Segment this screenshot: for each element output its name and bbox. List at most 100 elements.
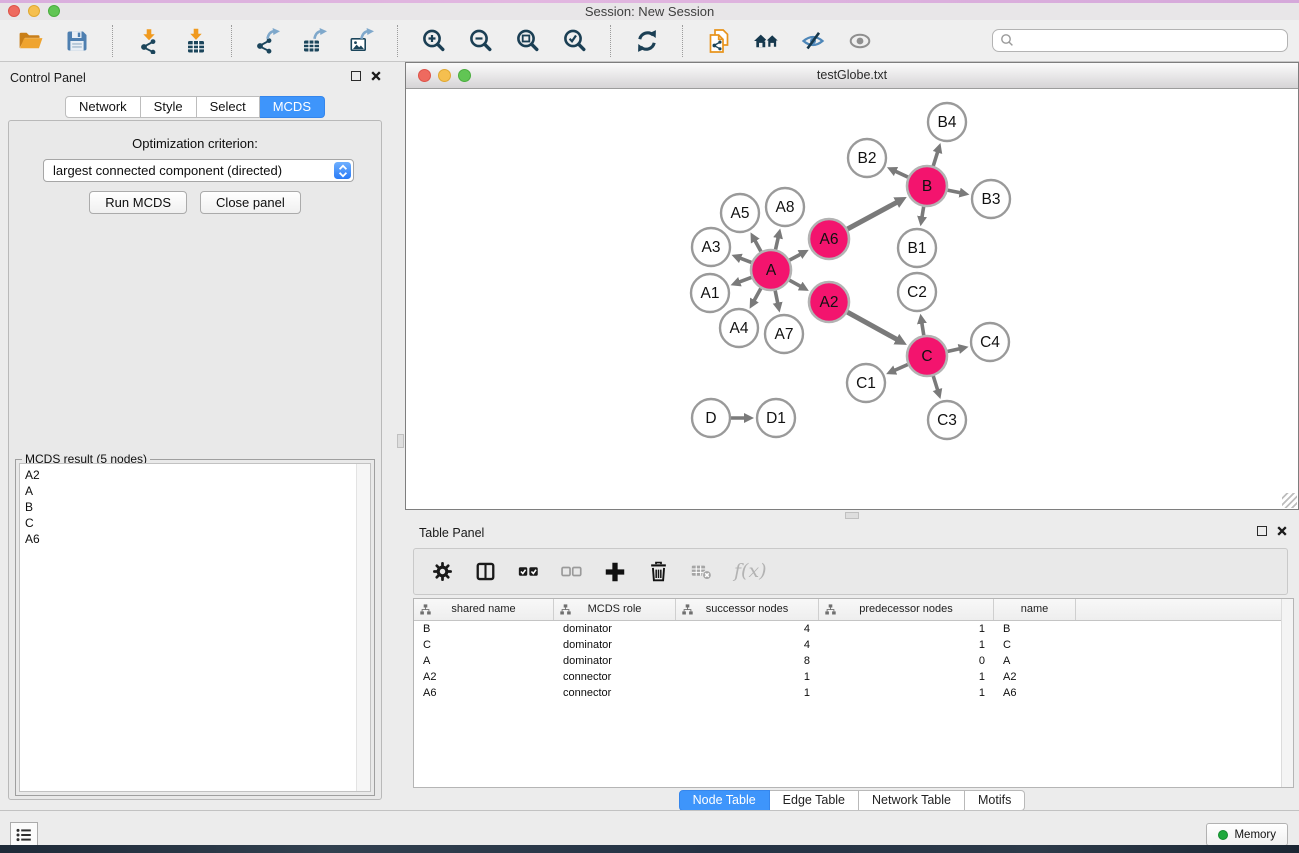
home-button[interactable]: [746, 23, 786, 59]
table-row[interactable]: A6connector11A6: [414, 685, 1293, 701]
new-network-from-file-button[interactable]: [699, 23, 739, 59]
mcds-result-item[interactable]: B: [20, 499, 370, 515]
column-header-successor-nodes[interactable]: successor nodes: [676, 599, 819, 620]
table-cell: 1: [819, 637, 994, 653]
graph-node-label: B2: [858, 150, 877, 167]
split-view-button[interactable]: [475, 561, 496, 582]
search-box: [992, 29, 1288, 52]
maximize-window-button[interactable]: [48, 5, 60, 17]
network-canvas[interactable]: B4B2BB3A5A8A6A3B1AA1C2A2A4A7C4CC1C3DD1: [406, 89, 1298, 509]
network-window: testGlobe.txt B4B2BB3A5A8A6A3B1AA1C2A2A4…: [405, 62, 1299, 510]
delete-table-button[interactable]: [691, 561, 712, 582]
float-table-panel-icon[interactable]: [1257, 526, 1267, 536]
column-header-shared-name[interactable]: shared name: [414, 599, 554, 620]
table-row[interactable]: Adominator80A: [414, 653, 1293, 669]
show-details-button[interactable]: [840, 23, 880, 59]
function-builder-icon[interactable]: f(x): [734, 562, 767, 581]
window-controls: [8, 5, 60, 17]
network-maximize-button[interactable]: [458, 69, 471, 82]
export-image-icon: [349, 28, 375, 54]
table-cell: 4: [676, 637, 819, 653]
settings-button[interactable]: [432, 561, 453, 582]
table-cell: C: [994, 637, 1076, 653]
table-row[interactable]: Cdominator41C: [414, 637, 1293, 653]
zoom-in-icon: [421, 28, 447, 54]
table-cell: 1: [676, 685, 819, 701]
table-cell: A6: [994, 685, 1076, 701]
table-cell: 8: [676, 653, 819, 669]
save-session-button[interactable]: [57, 23, 97, 59]
table-row[interactable]: Bdominator41B: [414, 621, 1293, 637]
open-file-button[interactable]: [10, 23, 50, 59]
column-header-name[interactable]: name: [994, 599, 1076, 620]
mcds-result-item[interactable]: A2: [20, 467, 370, 483]
resize-grip-icon[interactable]: [1282, 493, 1297, 508]
graph-node-label: A1: [701, 285, 720, 302]
table-cell: A2: [994, 669, 1076, 685]
close-table-panel-icon[interactable]: [1277, 526, 1287, 536]
tab-edge-table[interactable]: Edge Table: [770, 790, 859, 811]
zoom-out-button[interactable]: [461, 23, 501, 59]
column-header-label: shared name: [451, 603, 515, 615]
hide-details-icon: [800, 28, 826, 54]
import-network-button[interactable]: [129, 23, 169, 59]
graph-node-label: B1: [908, 240, 927, 257]
tab-network-table[interactable]: Network Table: [859, 790, 965, 811]
network-window-titlebar: testGlobe.txt: [406, 63, 1298, 89]
splitter-handle-vertical[interactable]: [397, 434, 404, 448]
mcds-result-item[interactable]: C: [20, 515, 370, 531]
network-close-button[interactable]: [418, 69, 431, 82]
zoom-fit-icon: [515, 28, 541, 54]
export-image-button[interactable]: [342, 23, 382, 59]
tab-network[interactable]: Network: [65, 96, 141, 118]
refresh-layout-button[interactable]: [627, 23, 667, 59]
mcds-result-list[interactable]: A2ABCA6: [19, 463, 371, 792]
tab-motifs[interactable]: Motifs: [965, 790, 1025, 811]
open-file-icon: [17, 27, 44, 54]
minimize-window-button[interactable]: [28, 5, 40, 17]
zoom-selected-button[interactable]: [555, 23, 595, 59]
table-row[interactable]: A2connector11A2: [414, 669, 1293, 685]
export-network-button[interactable]: [248, 23, 288, 59]
delete-column-button[interactable]: [648, 561, 669, 582]
close-panel-icon[interactable]: [371, 71, 381, 81]
show-details-icon: [847, 28, 873, 54]
network-minimize-button[interactable]: [438, 69, 451, 82]
zoom-in-button[interactable]: [414, 23, 454, 59]
column-header-label: name: [1021, 603, 1049, 615]
select-all-button[interactable]: [518, 561, 539, 582]
deselect-all-button[interactable]: [561, 561, 582, 582]
tab-select[interactable]: Select: [197, 96, 260, 118]
zoom-out-icon: [468, 28, 494, 54]
close-window-button[interactable]: [8, 5, 20, 17]
close-panel-button[interactable]: Close panel: [200, 191, 301, 214]
status-bar: Memory: [0, 810, 1299, 845]
zoom-fit-button[interactable]: [508, 23, 548, 59]
float-panel-icon[interactable]: [351, 71, 361, 81]
mcds-result-item[interactable]: A6: [20, 531, 370, 547]
export-table-button[interactable]: [295, 23, 335, 59]
graph-node-label: C2: [907, 284, 927, 301]
task-history-button[interactable]: [10, 822, 38, 847]
add-column-button[interactable]: [604, 561, 626, 583]
tab-node-table[interactable]: Node Table: [679, 790, 770, 811]
hide-details-button[interactable]: [793, 23, 833, 59]
search-input[interactable]: [992, 29, 1288, 52]
graph-node-label: A4: [730, 320, 749, 337]
tab-style[interactable]: Style: [141, 96, 197, 118]
splitter-handle-horizontal[interactable]: [845, 512, 859, 519]
optimization-select[interactable]: largest connected component (directed): [43, 159, 354, 182]
run-mcds-button[interactable]: Run MCDS: [89, 191, 187, 214]
mcds-result-item[interactable]: A: [20, 483, 370, 499]
graph-node-label: B4: [938, 114, 957, 131]
table-scrollbar[interactable]: [1281, 599, 1293, 787]
column-header-predecessor-nodes[interactable]: predecessor nodes: [819, 599, 994, 620]
result-list-scrollbar[interactable]: [356, 464, 370, 791]
import-table-button[interactable]: [176, 23, 216, 59]
table-cell: A6: [414, 685, 554, 701]
column-header-MCDS-role[interactable]: MCDS role: [554, 599, 676, 620]
graph-node-label: A3: [702, 239, 721, 256]
tab-mcds[interactable]: MCDS: [260, 96, 325, 118]
memory-button[interactable]: Memory: [1206, 823, 1288, 846]
delete-column-icon: [648, 561, 669, 582]
